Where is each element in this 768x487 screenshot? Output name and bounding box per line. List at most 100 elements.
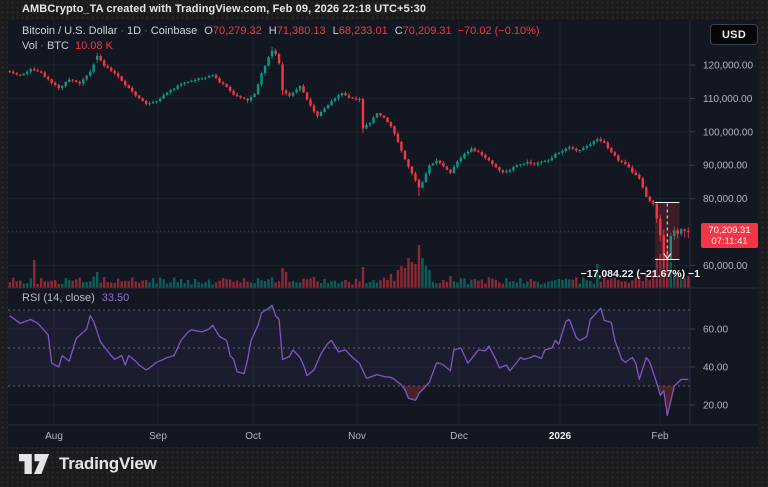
tradingview-wordmark: TradingView — [59, 454, 157, 473]
bar-countdown: 07:11:41 — [711, 235, 748, 247]
candle-body — [578, 149, 582, 151]
volume-bar — [617, 280, 620, 288]
volume-bar — [75, 279, 78, 288]
candle-body — [214, 75, 218, 79]
volume-legend[interactable]: Vol · BTC 10.08 K — [22, 40, 113, 52]
candle-body — [298, 86, 302, 90]
measure-tool-label[interactable]: −17,084.22 (−21.67%) −1 — [508, 268, 700, 280]
candle-body — [40, 71, 43, 73]
change-value: −70.02 (−0.10%) — [457, 25, 540, 37]
candle-body — [533, 163, 536, 165]
candle-body — [417, 179, 421, 188]
candle-body — [505, 171, 508, 173]
volume-bar — [571, 279, 575, 288]
candle-body — [228, 86, 232, 91]
volume-bar — [557, 279, 561, 288]
price-axis-label: 80,000.00 — [703, 194, 748, 205]
currency-toggle-button[interactable]: USD — [710, 24, 758, 45]
rsi-label: RSI (14, close) — [22, 292, 95, 304]
open-label: O — [204, 25, 213, 37]
candle-body — [641, 178, 644, 188]
candle-body — [291, 92, 295, 96]
volume-bar — [473, 279, 477, 288]
volume-bar — [606, 279, 610, 288]
candle-body — [431, 163, 435, 166]
candle-body — [123, 80, 127, 86]
volume-bar — [463, 278, 466, 288]
symbol-legend[interactable]: Bitcoin / U.S. Dollar · 1D · Coinbase O70,279… — [22, 25, 540, 37]
candle-body — [267, 57, 270, 66]
tradingview-logo[interactable]: TradingView — [19, 451, 157, 477]
volume-bar — [221, 277, 225, 288]
measure-tool-overlay[interactable] — [8, 201, 690, 261]
candle-body — [344, 92, 347, 96]
volume-bar — [526, 281, 529, 288]
chart-canvas[interactable]: 120,000.00 110,000.00 100,000.00 90,000.00 8… — [8, 20, 758, 447]
volume-bar — [8, 282, 11, 288]
price-axis-label: 90,000.00 — [703, 161, 748, 172]
candle-body — [260, 73, 263, 85]
volume-bar — [253, 283, 256, 288]
volume-bar — [501, 283, 505, 288]
volume-bar — [351, 284, 354, 288]
candle-body — [547, 160, 550, 162]
candle-body — [638, 174, 641, 179]
volume-bar — [326, 282, 330, 288]
candle-body — [585, 145, 589, 148]
volume-bar — [417, 245, 421, 288]
volume-bar — [263, 281, 267, 288]
volume-bar — [281, 268, 284, 288]
candle-body — [494, 164, 498, 168]
volume-bar — [242, 278, 246, 288]
volume-bar — [407, 258, 410, 288]
volume-bar — [529, 279, 533, 288]
volume-bar — [347, 282, 351, 288]
candle-body — [88, 71, 92, 76]
candle-body — [239, 96, 242, 98]
volume-bar — [127, 281, 130, 288]
volume-bar — [22, 283, 25, 288]
volume-bar — [64, 277, 67, 288]
candle-body — [410, 166, 414, 174]
candle-body — [333, 98, 337, 101]
volume-bar — [204, 282, 207, 288]
candle-body — [480, 152, 484, 155]
candle-body — [568, 147, 571, 149]
volume-bar — [302, 278, 305, 288]
volume-bar — [610, 278, 613, 288]
candle-body — [305, 92, 309, 100]
candle-body — [624, 161, 627, 165]
volume-bar — [176, 282, 179, 288]
volume-bar — [239, 282, 242, 288]
candle-body — [36, 70, 39, 72]
rsi-legend[interactable]: RSI (14, close) 33.50 — [22, 292, 129, 304]
volume-bar — [592, 283, 596, 288]
candle-body — [627, 164, 630, 168]
volume-bar — [232, 281, 235, 288]
rsi-axis-label: 20.00 — [703, 401, 728, 412]
volume-bar — [47, 281, 50, 288]
candle-body — [407, 159, 410, 167]
volume-bar — [36, 283, 39, 288]
volume-bar — [648, 280, 651, 288]
candle-body — [61, 86, 64, 89]
candle-body — [438, 160, 442, 164]
candle-body — [351, 97, 354, 99]
volume-bar — [540, 284, 543, 288]
volume-bar — [389, 274, 393, 288]
volume-bar — [487, 277, 491, 288]
rsi-axis-label: 40.00 — [703, 363, 728, 374]
volume-bar — [491, 278, 494, 288]
volume-bar — [43, 281, 46, 288]
volume-bar — [291, 280, 295, 288]
candle-body — [330, 100, 333, 106]
candle-body — [540, 161, 543, 163]
candle-body — [526, 161, 529, 164]
volume-bar — [270, 277, 274, 288]
candle-body — [207, 75, 211, 78]
candle-body — [487, 157, 491, 161]
candle-body — [33, 69, 36, 71]
candle-body — [204, 77, 207, 79]
candle-body — [99, 55, 102, 61]
candle-body — [340, 92, 344, 96]
